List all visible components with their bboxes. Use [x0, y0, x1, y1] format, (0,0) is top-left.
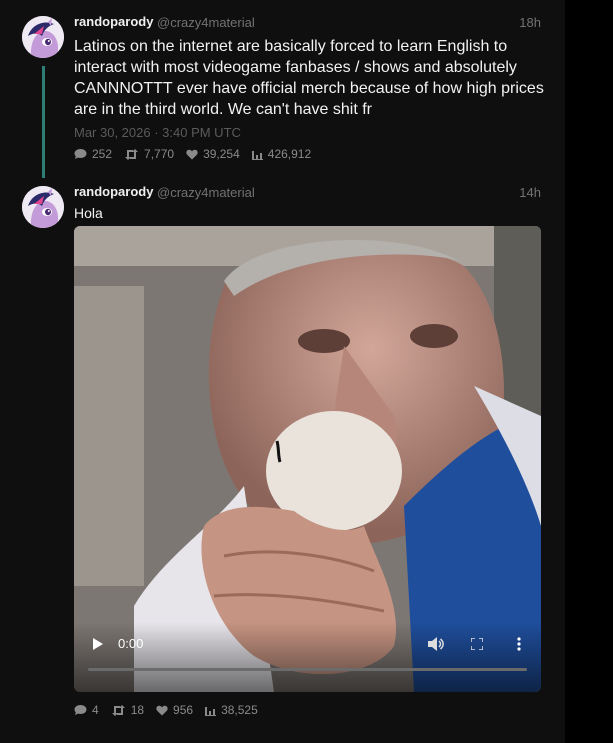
bar-chart-icon [205, 706, 217, 716]
reply-count: 252 [92, 147, 113, 161]
retweet-count: 18 [130, 703, 145, 717]
fullscreen-icon[interactable] [471, 638, 483, 650]
tweet-time[interactable]: 18h [481, 15, 541, 30]
like-stat[interactable]: 956 [156, 703, 193, 717]
views-stat[interactable]: 38,525 [205, 703, 258, 717]
reply-count: 4 [92, 703, 99, 717]
tweet-time[interactable]: 14h [481, 185, 541, 200]
video-current-time: 0:00 [118, 636, 144, 651]
views-count: 38,525 [221, 703, 258, 717]
views-count: 426,912 [267, 147, 312, 161]
thread-line [42, 66, 45, 178]
tweet-stats: 4 18 956 38,525 [74, 703, 270, 717]
heart-icon [186, 149, 198, 159]
comment-icon [74, 705, 87, 715]
author-name[interactable]: randoparody [74, 14, 153, 29]
views-stat[interactable]: 426,912 [251, 147, 312, 161]
author-name[interactable]: randoparody [74, 184, 153, 199]
pony-avatar-icon [22, 186, 64, 228]
more-vertical-icon[interactable] [517, 637, 521, 651]
author-handle[interactable]: @crazy4material [157, 185, 255, 200]
bar-chart-icon [251, 150, 263, 160]
heart-icon [156, 705, 168, 715]
video-player[interactable]: 0:00 [74, 226, 541, 692]
tweet-text: Latinos on the internet are basically fo… [74, 38, 544, 118]
comment-icon [74, 149, 87, 159]
retweet-icon [125, 148, 139, 160]
avatar[interactable] [22, 16, 64, 58]
tweet-date[interactable]: Mar 30, 2026 · 3:40 PM UTC [74, 125, 241, 140]
reply-stat[interactable]: 4 [74, 703, 99, 717]
volume-icon[interactable] [428, 637, 444, 651]
play-icon[interactable] [92, 638, 103, 650]
like-count: 956 [173, 703, 194, 717]
author-handle[interactable]: @crazy4material [157, 15, 255, 30]
video-controls: 0:00 [74, 622, 541, 692]
retweet-stat[interactable]: 7,770 [124, 147, 174, 161]
video-progress-bar[interactable] [88, 668, 527, 671]
avatar[interactable] [22, 186, 64, 228]
like-count: 39,254 [203, 147, 240, 161]
retweet-icon [111, 704, 125, 716]
retweet-stat[interactable]: 18 [111, 703, 144, 717]
reply-stat[interactable]: 252 [74, 147, 112, 161]
tweet-text: Hola [74, 205, 103, 221]
retweet-count: 7,770 [144, 147, 175, 161]
timeline-panel: randoparody @crazy4material 18h Latinos … [0, 0, 565, 743]
tweet-stats: 252 7,770 39,254 426,912 [74, 147, 323, 161]
like-stat[interactable]: 39,254 [186, 147, 240, 161]
pony-avatar-icon [22, 16, 64, 58]
